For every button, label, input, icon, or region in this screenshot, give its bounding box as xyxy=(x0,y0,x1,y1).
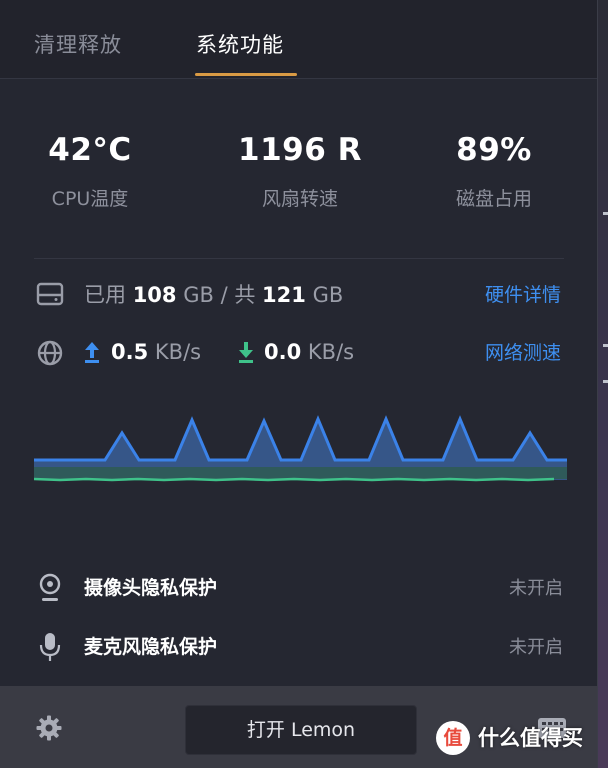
disk-used-prefix: 已用 xyxy=(84,283,126,307)
fan-speed-label: 风扇转速 xyxy=(261,188,338,210)
cpu-temp-label: CPU温度 xyxy=(51,188,129,210)
desktop-edge-mark xyxy=(603,344,608,347)
desktop-edge-mark xyxy=(603,212,608,215)
app-panel: 清理释放 系统功能 42°C CPU温度 1196 R 风扇转速 89% 磁盘占… xyxy=(0,0,598,768)
upload-speed-value: 0.5 xyxy=(111,340,149,364)
desktop-edge xyxy=(598,0,608,768)
download-arrow-icon xyxy=(239,342,253,363)
disk-total-value: 121 xyxy=(262,283,306,307)
fan-speed-stat: 1196 R 风扇转速 xyxy=(210,128,390,214)
upload-speed-unit: KB/s xyxy=(154,340,202,364)
hard-drive-icon xyxy=(36,282,64,306)
watermark-badge: 值 xyxy=(436,721,470,755)
camera-privacy-label: 摄像头隐私保护 xyxy=(84,577,218,599)
disk-total-prefix: 共 xyxy=(234,283,256,307)
disk-usage-text: 已用 108 GB / 共 121 GB xyxy=(84,280,343,310)
section-divider xyxy=(34,258,564,259)
network-traffic-chart xyxy=(34,415,567,482)
tab-bar: 清理释放 系统功能 xyxy=(0,0,597,79)
disk-used-unit: GB xyxy=(183,283,214,307)
disk-usage-label: 磁盘占用 xyxy=(455,188,532,210)
download-area xyxy=(34,467,567,479)
tab-system-functions[interactable]: 系统功能 xyxy=(196,30,284,60)
download-speed-text: 0.0 KB/s xyxy=(264,337,354,367)
fan-speed-value: 1196 R xyxy=(238,132,362,168)
cpu-temp-value: 42°C xyxy=(48,132,132,168)
gear-icon[interactable] xyxy=(34,713,64,743)
desktop-edge-mark xyxy=(603,380,608,383)
network-speed-test-link[interactable]: 网络测速 xyxy=(485,338,561,368)
upload-arrow-icon xyxy=(85,342,99,363)
download-speed-unit: KB/s xyxy=(307,340,355,364)
camera-icon xyxy=(39,573,61,601)
upload-speed-text: 0.5 KB/s xyxy=(111,337,201,367)
microphone-privacy-label: 麦克风隐私保护 xyxy=(84,636,218,658)
disk-total-unit: GB xyxy=(312,283,344,307)
microphone-privacy-status[interactable]: 未开启 xyxy=(509,633,563,663)
disk-separator: / xyxy=(220,283,228,307)
active-tab-indicator xyxy=(195,73,297,76)
disk-usage-value: 89% xyxy=(456,132,532,168)
watermark: 值 什么值得买 xyxy=(436,719,608,759)
tab-cleanup[interactable]: 清理释放 xyxy=(34,30,122,60)
chart-series-layer xyxy=(34,415,567,482)
watermark-text: 什么值得买 xyxy=(478,726,583,750)
download-speed-value: 0.0 xyxy=(264,340,302,364)
cpu-temp-stat: 42°C CPU温度 xyxy=(0,128,180,214)
disk-used-value: 108 xyxy=(132,283,177,307)
camera-privacy-status[interactable]: 未开启 xyxy=(509,574,563,604)
open-lemon-button[interactable]: 打开 Lemon xyxy=(185,705,417,755)
disk-usage-stat: 89% 磁盘占用 xyxy=(404,128,584,214)
globe-icon xyxy=(37,340,63,366)
microphone-icon xyxy=(39,633,61,661)
download-line xyxy=(34,477,555,482)
hardware-details-link[interactable]: 硬件详情 xyxy=(485,280,561,310)
